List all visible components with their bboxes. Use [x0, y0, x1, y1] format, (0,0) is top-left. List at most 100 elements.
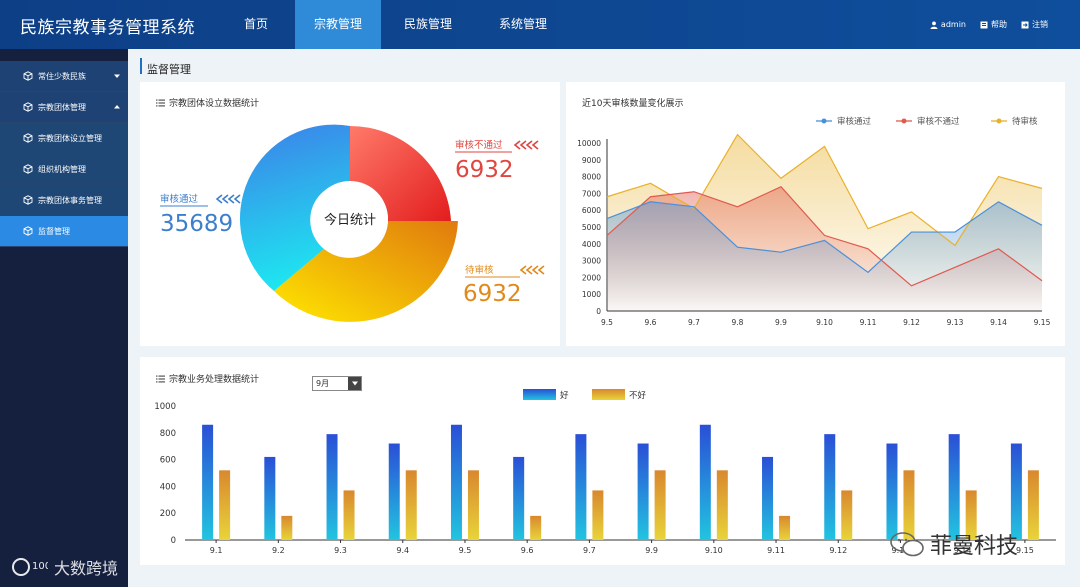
sidebar-item-religious-groups[interactable]: 宗教团体管理 — [0, 92, 128, 123]
bar-good[interactable] — [762, 456, 774, 540]
page-title-block: 监督管理 — [140, 58, 191, 76]
bar-good[interactable] — [948, 434, 960, 540]
bar-good[interactable] — [1010, 443, 1022, 540]
nav-system-management[interactable]: 系统管理 — [475, 0, 571, 49]
nav-ethnic-management[interactable]: 民族管理 — [381, 0, 475, 49]
x-tick-label: 9.12 — [903, 318, 920, 327]
bar-bad[interactable] — [405, 470, 417, 540]
bar-bad[interactable] — [716, 470, 728, 540]
bar-good[interactable] — [450, 424, 462, 540]
x-tick-label: 9.10 — [705, 546, 723, 555]
legend-label[interactable]: 审核不通过 — [917, 116, 960, 127]
y-tick-label: 9000 — [582, 156, 601, 165]
bar-good[interactable] — [886, 443, 898, 540]
logo-mark-icon: 100 — [12, 558, 48, 576]
y-tick-label: 400 — [160, 482, 176, 492]
donut-stats-panel: 宗教团体设立数据统计 今日统计 审核不通过 6932 审核通过 35689 待审… — [140, 82, 560, 346]
nav-religion-management[interactable]: 宗教管理 — [295, 0, 381, 49]
pending-label: 待审核 — [465, 264, 494, 276]
x-tick-label: 9.7 — [688, 318, 700, 327]
main-nav: 首页 宗教管理 民族管理 系统管理 — [217, 0, 571, 49]
bar-bad[interactable] — [281, 515, 293, 540]
bar-bad[interactable] — [841, 490, 853, 540]
sidebar-item-label: 宗教团体设立管理 — [38, 133, 102, 143]
watermark-right-text: 菲曼科技 — [930, 534, 1019, 559]
y-tick-label: 0 — [596, 307, 601, 316]
x-tick-label: 9.9 — [775, 318, 787, 327]
legend-label[interactable]: 审核通过 — [837, 116, 872, 127]
bar-good[interactable] — [513, 456, 525, 540]
bar-bad[interactable] — [592, 490, 604, 540]
bar-good[interactable] — [575, 434, 587, 540]
y-tick-label: 0 — [171, 536, 176, 546]
sidebar-item-label: 宗教团体事务管理 — [38, 195, 102, 205]
x-tick-label: 9.6 — [645, 318, 657, 327]
bar-good[interactable] — [637, 443, 649, 540]
trend-area-chart: 0 1000 2000 3000 4000 5000 6000 7000 8000 9000 100… — [577, 116, 1051, 327]
user-link-label: 注销 — [1032, 20, 1048, 29]
y-tick-label: 2000 — [582, 273, 601, 282]
user-link-label: admin — [940, 20, 966, 29]
y-tick-label: 7000 — [582, 189, 601, 198]
bar-good[interactable] — [388, 443, 400, 540]
user-link-help[interactable]: 帮助 — [980, 19, 1007, 30]
y-tick-label: 5000 — [582, 223, 601, 232]
bar-good[interactable] — [699, 424, 711, 540]
y-tick-label: 10000 — [577, 139, 601, 148]
bar-good[interactable] — [202, 424, 214, 540]
x-tick-label: 9.5 — [601, 318, 613, 327]
top-header: 民族宗教事务管理系统 首页 宗教管理 民族管理 系统管理 admin 帮助 注销 — [0, 0, 1080, 49]
bar-good[interactable] — [326, 434, 338, 540]
bar-bad[interactable] — [779, 515, 791, 540]
y-tick-label: 4000 — [582, 240, 601, 249]
legend-label[interactable]: 不好 — [629, 390, 647, 401]
bar-bad[interactable] — [654, 470, 666, 540]
watermark-right: 菲曼科技 — [890, 528, 1018, 560]
cube-icon — [23, 133, 33, 143]
watermark-left: 100 大数跨境 — [12, 555, 118, 579]
y-tick-label: 600 — [160, 456, 176, 466]
svg-text:100: 100 — [32, 561, 48, 572]
donut-center-label: 今日统计 — [324, 212, 376, 228]
x-tick-label: 9.14 — [990, 318, 1007, 327]
sidebar-item-supervision[interactable]: 监督管理 — [0, 216, 128, 247]
cube-icon — [23, 226, 33, 236]
x-tick-label: 9.15 — [1034, 318, 1051, 327]
x-tick-label: 9.12 — [829, 546, 847, 555]
approved-label: 审核通过 — [160, 193, 199, 205]
bar-bad[interactable] — [1027, 470, 1039, 540]
x-tick-label: 9.7 — [583, 546, 596, 555]
sidebar-item-resident-minorities[interactable]: 常住少数民族 — [0, 61, 128, 92]
sidebar-item-organizations[interactable]: 组织机构管理 — [0, 154, 128, 185]
app-title: 民族宗教事务管理系统 — [20, 18, 195, 38]
legend-label[interactable]: 好 — [560, 390, 569, 401]
cube-icon — [23, 164, 33, 174]
bar-good[interactable] — [264, 456, 276, 540]
nav-home[interactable]: 首页 — [217, 0, 295, 49]
sidebar-item-label: 监督管理 — [38, 226, 70, 236]
bar-bad[interactable] — [343, 490, 355, 540]
bar-bad[interactable] — [219, 470, 231, 540]
bar-bad[interactable] — [530, 515, 542, 540]
approved-chevrons-icon — [215, 194, 241, 204]
bar-good[interactable] — [824, 434, 836, 540]
legend-swatch — [592, 389, 625, 400]
cube-icon — [23, 195, 33, 205]
x-tick-label: 9.2 — [272, 546, 285, 555]
user-link-admin[interactable]: admin — [930, 20, 966, 29]
legend-dot — [901, 118, 907, 124]
user-link-logout[interactable]: 注销 — [1021, 19, 1048, 30]
chevron-up-icon — [114, 105, 120, 109]
legend-label[interactable]: 待审核 — [1012, 116, 1038, 127]
sidebar-item-label: 宗教团体管理 — [38, 102, 86, 112]
x-tick-label: 9.15 — [1016, 546, 1034, 555]
sidebar-item-group-affairs[interactable]: 宗教团体事务管理 — [0, 185, 128, 216]
logout-icon — [1021, 21, 1029, 28]
x-tick-label: 9.1 — [210, 546, 223, 555]
trend-chart-panel: 近10天审核数量变化展示 0 1000 2000 3000 4000 5000 6000 70… — [566, 82, 1065, 346]
sidebar-item-group-establishment[interactable]: 宗教团体设立管理 — [0, 123, 128, 154]
x-tick-label: 9.3 — [334, 546, 347, 555]
x-tick-label: 9.11 — [860, 318, 877, 327]
bar-bad[interactable] — [467, 470, 479, 540]
